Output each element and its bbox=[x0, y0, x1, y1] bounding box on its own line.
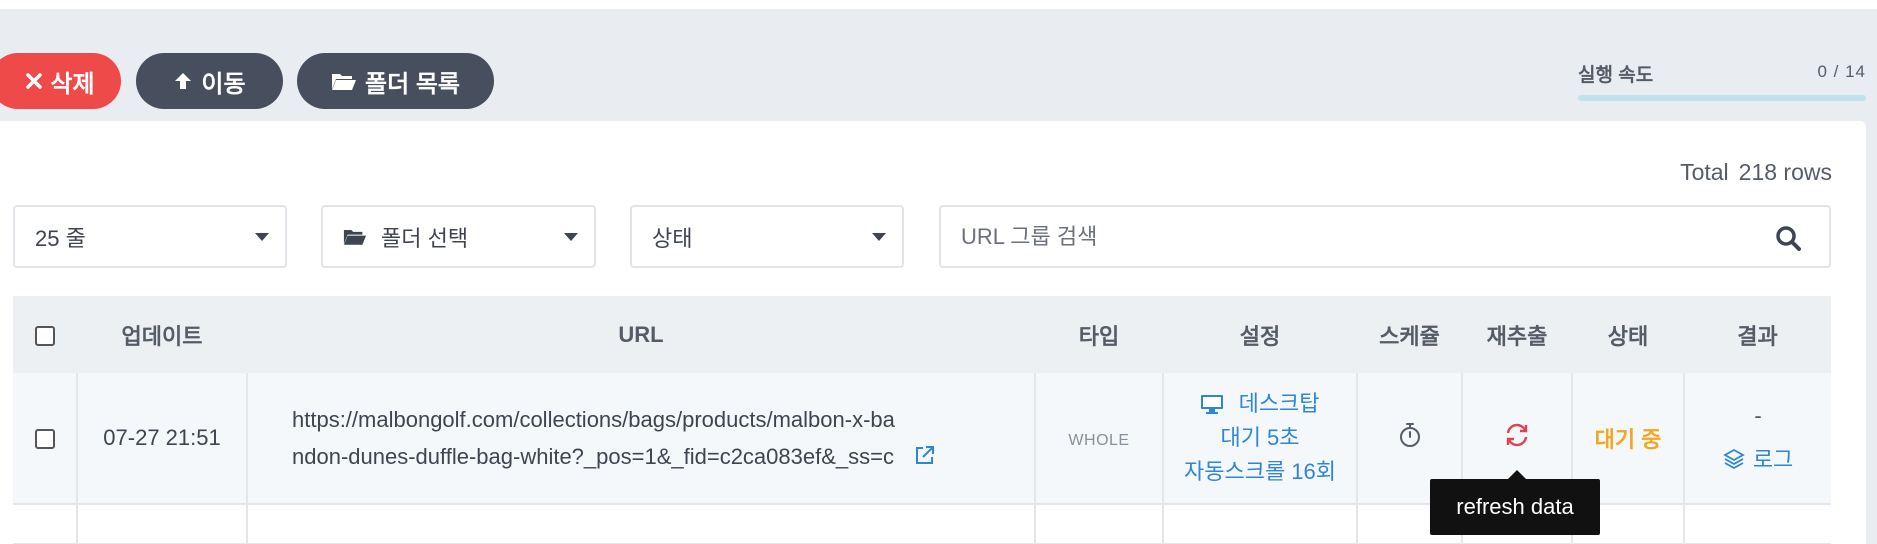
folder-list-label: 폴더 목록 bbox=[365, 70, 460, 98]
execution-speed: 실행 속도 0 / 14 bbox=[1578, 60, 1866, 101]
delete-button[interactable]: 삭제 bbox=[0, 53, 121, 109]
status-select[interactable]: 상태 bbox=[630, 205, 904, 268]
settings-wait: 대기 5초 bbox=[1220, 425, 1300, 450]
search-icon[interactable] bbox=[1775, 225, 1801, 251]
log-link[interactable]: 로그 bbox=[1685, 438, 1831, 482]
refresh-tooltip: refresh data bbox=[1430, 470, 1600, 535]
total-rows: Total 218 rows bbox=[1680, 159, 1832, 186]
rows-per-page-select[interactable]: 25 줄 bbox=[13, 205, 287, 268]
folder-select[interactable]: 폴더 선택 bbox=[321, 205, 596, 268]
select-all-checkbox[interactable] bbox=[35, 325, 55, 346]
url-text-line1: https://malbongolf.com/collections/bags/… bbox=[292, 407, 895, 432]
row-select-cell bbox=[13, 373, 78, 505]
url-group-search bbox=[939, 205, 1831, 268]
caret-down-icon bbox=[255, 233, 269, 241]
move-button[interactable]: 이동 bbox=[136, 53, 283, 109]
folder-open-icon bbox=[332, 74, 356, 90]
external-link-icon[interactable] bbox=[914, 444, 936, 466]
search-input[interactable] bbox=[961, 223, 1721, 250]
url-cell: https://malbongolf.com/collections/bags/… bbox=[247, 373, 1036, 505]
col-status[interactable]: 상태 bbox=[1572, 296, 1684, 373]
result-dash: - bbox=[1754, 403, 1762, 428]
folder-list-button[interactable]: 폴더 목록 bbox=[297, 53, 494, 109]
total-count: 218 rows bbox=[1738, 159, 1832, 185]
caret-down-icon bbox=[872, 233, 886, 241]
status-select-value: 상태 bbox=[652, 225, 693, 251]
type-value: WHOLE bbox=[1068, 432, 1130, 449]
type-cell: WHOLE bbox=[1035, 373, 1164, 505]
arrow-up-icon bbox=[175, 73, 192, 89]
select-all-cell bbox=[13, 296, 77, 373]
speed-progress-bar bbox=[1578, 95, 1866, 101]
refresh-icon[interactable] bbox=[1504, 422, 1530, 448]
times-icon bbox=[26, 73, 43, 89]
stopwatch-icon[interactable] bbox=[1398, 422, 1422, 448]
result-cell: - 로그 bbox=[1684, 373, 1831, 505]
col-type[interactable]: 타입 bbox=[1035, 296, 1163, 373]
caret-down-icon bbox=[564, 233, 578, 241]
col-updated[interactable]: 업데이트 bbox=[77, 296, 247, 373]
total-label: Total bbox=[1680, 159, 1729, 185]
col-result[interactable]: 결과 bbox=[1684, 296, 1831, 373]
col-url[interactable]: URL bbox=[247, 296, 1035, 373]
desktop-icon bbox=[1201, 395, 1224, 414]
folder-select-value: 폴더 선택 bbox=[381, 225, 469, 251]
settings-device: 데스크탑 bbox=[1238, 391, 1320, 416]
status-badge: 대기 중 bbox=[1594, 427, 1662, 452]
col-schedule[interactable]: 스케쥴 bbox=[1357, 296, 1462, 373]
settings-scroll: 자동스크롤 16회 bbox=[1183, 459, 1337, 484]
row-checkbox[interactable] bbox=[34, 429, 55, 450]
move-label: 이동 bbox=[201, 70, 246, 98]
folder-open-icon bbox=[343, 230, 367, 245]
log-label: 로그 bbox=[1752, 447, 1794, 472]
top-strip bbox=[0, 0, 1877, 9]
delete-label: 삭제 bbox=[50, 70, 95, 98]
settings-cell[interactable]: 데스크탑 대기 5초 자동스크롤 16회 bbox=[1163, 373, 1358, 505]
layers-icon bbox=[1722, 448, 1745, 470]
url-text-line2: ndon-dunes-duffle-bag-white?_pos=1&_fid=… bbox=[292, 444, 894, 469]
speed-value: 0 / 14 bbox=[1817, 62, 1866, 81]
table-header: 업데이트 URL 타입 설정 스케쥴 재추출 상태 결과 bbox=[13, 296, 1831, 373]
rows-per-page-value: 25 줄 bbox=[35, 225, 86, 251]
col-reextract[interactable]: 재추출 bbox=[1462, 296, 1572, 373]
updated-cell: 07-27 21:51 bbox=[77, 373, 248, 505]
col-settings[interactable]: 설정 bbox=[1163, 296, 1357, 373]
